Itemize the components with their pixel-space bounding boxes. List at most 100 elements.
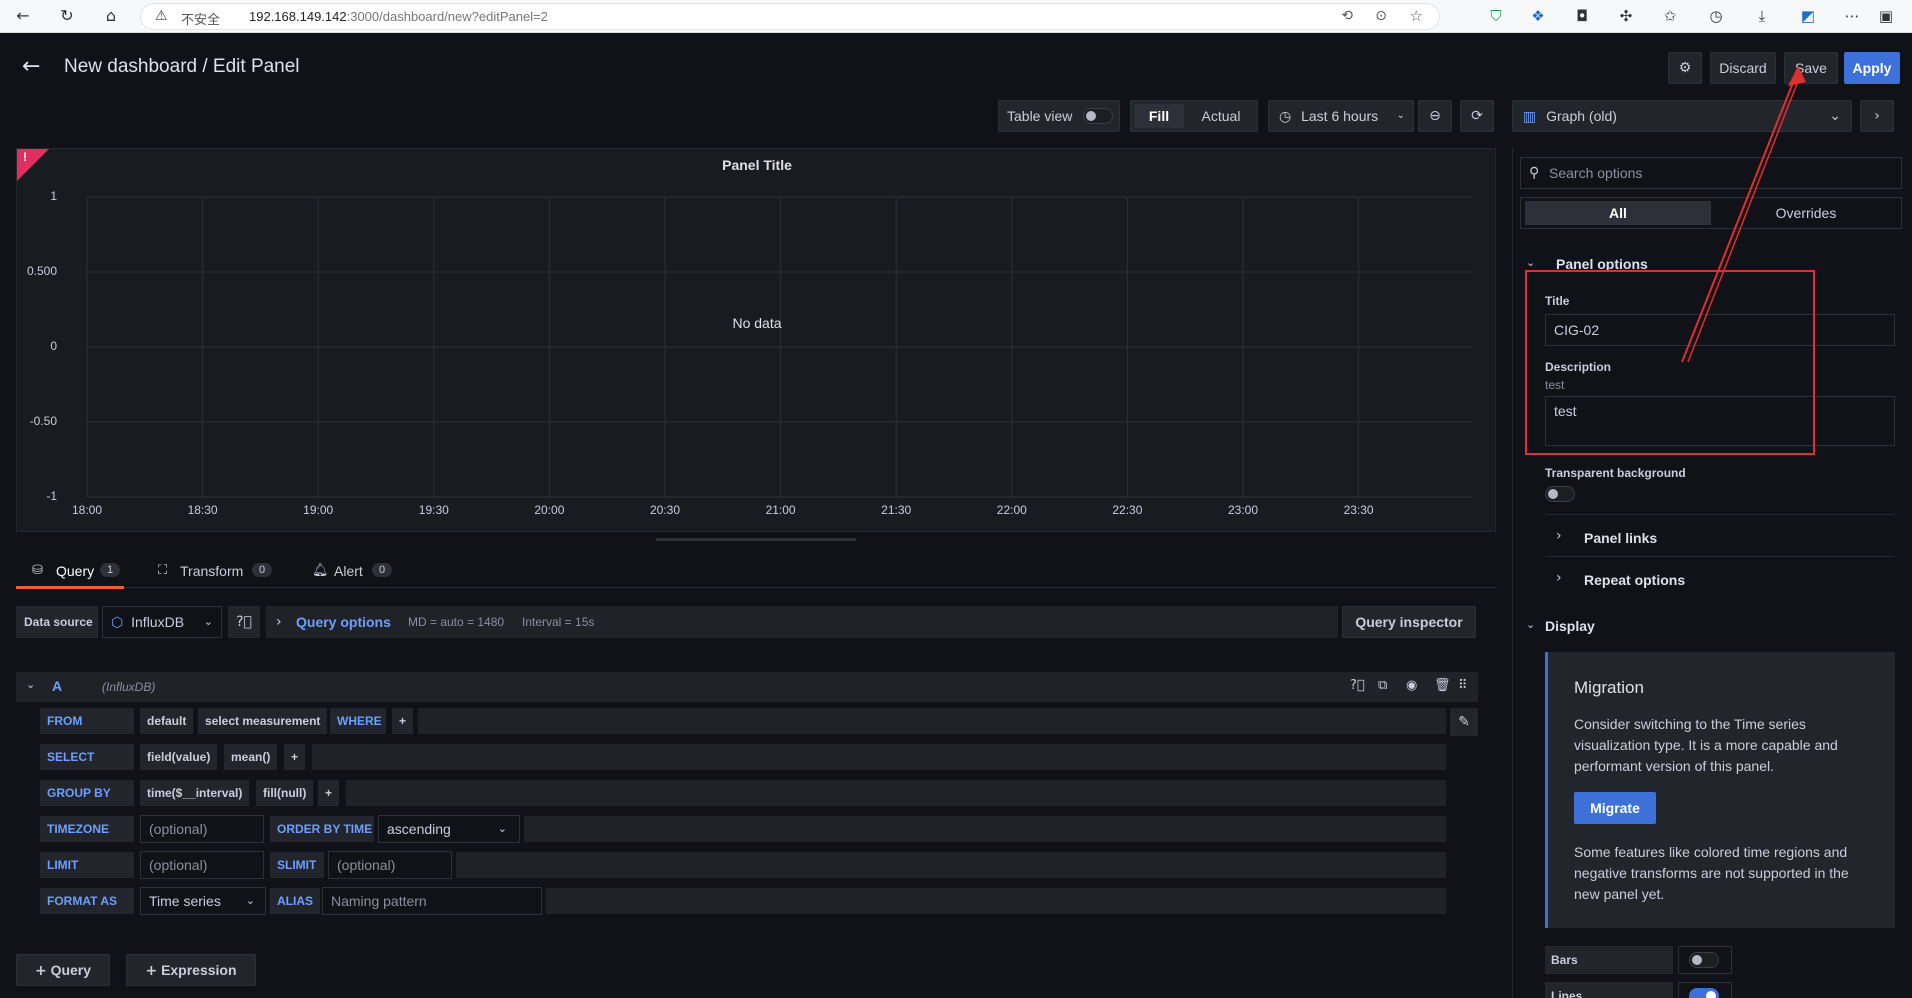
chevron-right-icon: › [1874,108,1880,124]
help-icon[interactable]: ?⃝ [1350,678,1365,693]
divider [1545,556,1895,557]
chevron-right-icon[interactable]: › [1556,528,1562,544]
chevron-down-icon: ⌄ [497,822,507,835]
datasource-help-button[interactable]: ?⃝ [228,606,260,638]
bars-field [1678,946,1732,974]
orderby-select[interactable]: ascending ⌄ [378,815,520,843]
favorite-star-icon[interactable]: ☆ [1410,7,1423,25]
extension-icon[interactable]: ❖ [1528,6,1548,26]
search-icon: ⚲ [1529,165,1540,181]
title-input[interactable]: CIG-02 [1545,314,1895,346]
select-function[interactable]: mean() [224,744,278,770]
table-view-switch[interactable] [1083,108,1113,124]
tab-alert[interactable]: 🔔︎ Alert 0 [310,560,410,588]
query-options-bar[interactable]: › Query options MD = auto = 1480 Interva… [266,606,1338,638]
datasource-picker[interactable]: ⬡ InfluxDB ⌄ [102,606,222,638]
bars-switch[interactable] [1689,952,1719,968]
panel-options-header[interactable]: Panel options [1556,256,1648,272]
no-data-message: No data [732,315,782,331]
download-icon[interactable]: ⤓ [1752,6,1772,26]
bell-icon: 🔔︎ [312,563,329,578]
chevron-down-icon[interactable]: ⌄ [1526,256,1535,269]
x-tick-label: 23:00 [1227,503,1259,517]
security-label: 不安全 [181,13,221,28]
panel-links-header[interactable]: Panel links [1584,530,1657,546]
apply-button[interactable]: Apply [1844,52,1900,84]
save-button[interactable]: Save [1784,52,1838,84]
query-inspector-button[interactable]: Query inspector [1342,606,1476,638]
tab-overrides[interactable]: Overrides [1715,201,1897,225]
add-query-button[interactable]: + Query [16,954,110,986]
description-label: Description [1545,360,1612,374]
back-arrow-icon[interactable]: ← [22,54,40,79]
where-add-button[interactable]: + [392,708,414,734]
edit-query-button[interactable]: ✎ [1450,708,1478,736]
edge-icon[interactable]: ◩ [1798,6,1818,26]
y-tick-label: 0 [50,339,57,353]
duplicate-icon[interactable]: ⧉ [1378,678,1387,693]
display-header[interactable]: Display [1545,618,1595,634]
chevron-right-icon[interactable]: › [1556,570,1562,586]
sidebar-toggle-icon[interactable]: ▣ [1876,6,1896,26]
migration-title: Migration [1574,678,1644,697]
resize-handle[interactable] [656,538,856,541]
back-icon[interactable]: ← [12,5,34,27]
groupby-time[interactable]: time($__interval) [140,780,250,806]
groupby-fill[interactable]: fill(null) [256,780,314,806]
tab-all[interactable]: All [1525,201,1711,225]
drag-handle-icon[interactable]: ⠿ [1458,678,1468,693]
limit-input[interactable]: (optional) [140,851,264,879]
groupby-add-button[interactable]: + [318,780,340,806]
fill-option[interactable]: Fill [1134,104,1184,128]
more-icon[interactable]: ⋯ [1842,6,1862,26]
description-textarea[interactable]: test [1545,396,1895,446]
favorites-icon[interactable]: ✩ [1660,6,1680,26]
from-policy[interactable]: default [140,708,194,734]
eye-icon[interactable]: ◉ [1406,678,1417,693]
collapse-chevron-icon[interactable]: ⌄ [26,678,35,691]
from-measurement[interactable]: select measurement [198,708,328,734]
select-field[interactable]: field(value) [140,744,218,770]
transparent-bg-switch[interactable] [1545,486,1575,502]
tab-query[interactable]: ⛁ Query 1 [16,560,124,589]
timezone-input[interactable]: (optional) [140,815,264,843]
game-extension-icon[interactable]: ◘ [1572,6,1592,26]
actual-option[interactable]: Actual [1191,104,1251,128]
lines-switch[interactable] [1689,988,1719,998]
table-view-toggle[interactable]: Table view [998,100,1120,132]
chevron-down-icon[interactable]: ⌄ [1526,618,1535,631]
x-tick-label: 22:00 [996,503,1027,517]
alias-input[interactable]: Naming pattern [322,887,542,915]
panel-preview: ! Panel Title 1 0.500 0 -0.50 -1 18:00 18:30 1… [16,148,1496,532]
collapse-options-button[interactable]: › [1860,100,1894,132]
transform-icon: ⛶ [158,563,168,578]
format-select[interactable]: Time series ⌄ [140,887,266,915]
translate-icon[interactable]: ⟲ [1341,8,1353,24]
gear-icon: ⚙ [1678,60,1692,76]
reader-icon[interactable]: ⊙ [1375,8,1387,24]
slimit-input[interactable]: (optional) [328,851,452,879]
pane-splitter[interactable] [1500,148,1508,998]
search-options-input[interactable]: ⚲ Search options [1520,157,1902,189]
puzzle-icon[interactable]: ✣ [1616,6,1636,26]
trash-icon[interactable]: 🗑︎ [1434,678,1451,693]
migrate-button[interactable]: Migrate [1574,792,1656,824]
home-icon[interactable]: ⌂ [100,5,122,27]
refresh-icon: ⟳ [1471,108,1483,124]
visualization-picker[interactable]: ▥ Graph (old) ⌄ [1512,100,1852,132]
add-expression-button[interactable]: + Expression [126,954,256,986]
tab-transform[interactable]: ⛶ Transform 0 [156,560,286,588]
time-range-picker[interactable]: ◷ Last 6 hours ⌄ [1268,100,1414,132]
zoom-out-button[interactable]: ⊖ [1418,100,1452,132]
shield-extension-icon[interactable]: ⛉ [1486,6,1506,26]
refresh-button[interactable]: ⟳ [1460,100,1494,132]
settings-gear-button[interactable]: ⚙ [1668,52,1702,84]
fill-actual-group: Fill Actual [1130,100,1258,132]
reload-icon[interactable]: ↻ [56,5,78,27]
repeat-options-header[interactable]: Repeat options [1584,572,1685,588]
discard-button[interactable]: Discard [1710,52,1776,84]
address-bar[interactable]: ⚠ 不安全 192.168.149.142:3000/dashboard/new… [140,3,1440,30]
history-icon[interactable]: ◷ [1706,6,1726,26]
select-add-button[interactable]: + [284,744,306,770]
query-ref-id[interactable]: A [52,678,62,694]
